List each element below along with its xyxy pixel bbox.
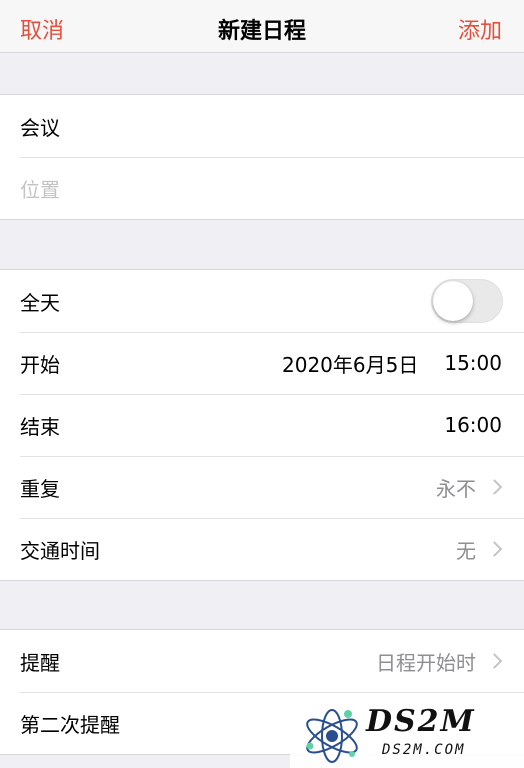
all-day-label: 全天 [20, 290, 60, 315]
all-day-row: 全天 [0, 270, 524, 332]
toggle-knob [433, 281, 473, 321]
repeat-row[interactable]: 重复 永不 [0, 456, 524, 518]
travel-time-row[interactable]: 交通时间 无 [0, 518, 524, 580]
navigation-bar: 取消 新建日程 添加 [0, 0, 524, 53]
watermark-logo-text: DS2M [366, 704, 476, 739]
repeat-label: 重复 [20, 476, 60, 501]
location-field[interactable]: 位置 [20, 174, 60, 203]
start-label: 开始 [20, 352, 60, 377]
event-details-group: 会议 位置 [0, 94, 524, 220]
start-date[interactable]: 2020年6月5日 [282, 349, 418, 378]
alert-value: 日程开始时 [376, 650, 476, 675]
start-row[interactable]: 开始 2020年6月5日 15:00 [0, 332, 524, 394]
chevron-right-icon [486, 479, 503, 495]
alert-label: 提醒 [20, 650, 60, 675]
travel-time-label: 交通时间 [20, 538, 100, 563]
end-time[interactable]: 16:00 [444, 413, 502, 437]
atom-logo-icon [306, 709, 358, 763]
repeat-value: 永不 [436, 476, 476, 501]
end-label: 结束 [20, 414, 60, 439]
chevron-right-icon [486, 541, 503, 557]
watermark-domain-text: DS2M.COM [382, 742, 466, 758]
title-row[interactable]: 会议 [0, 95, 524, 157]
time-settings-group: 全天 开始 2020年6月5日 15:00 结束 16:00 重复 永不 交通时… [0, 269, 524, 581]
location-row[interactable]: 位置 [0, 157, 524, 219]
travel-time-value: 无 [456, 538, 476, 563]
watermark: DS2M DS2M.COM [290, 702, 524, 768]
add-button[interactable]: 添加 [458, 13, 502, 45]
alert-row[interactable]: 提醒 日程开始时 [0, 630, 524, 692]
title-field[interactable]: 会议 [20, 112, 60, 141]
all-day-toggle[interactable] [431, 279, 503, 323]
second-alert-label: 第二次提醒 [20, 712, 120, 737]
start-time[interactable]: 15:00 [444, 351, 502, 375]
page-title: 新建日程 [217, 19, 306, 44]
end-row[interactable]: 结束 16:00 [0, 394, 524, 456]
chevron-right-icon [486, 653, 503, 669]
start-value[interactable]: 2020年6月5日 15:00 [282, 349, 502, 378]
